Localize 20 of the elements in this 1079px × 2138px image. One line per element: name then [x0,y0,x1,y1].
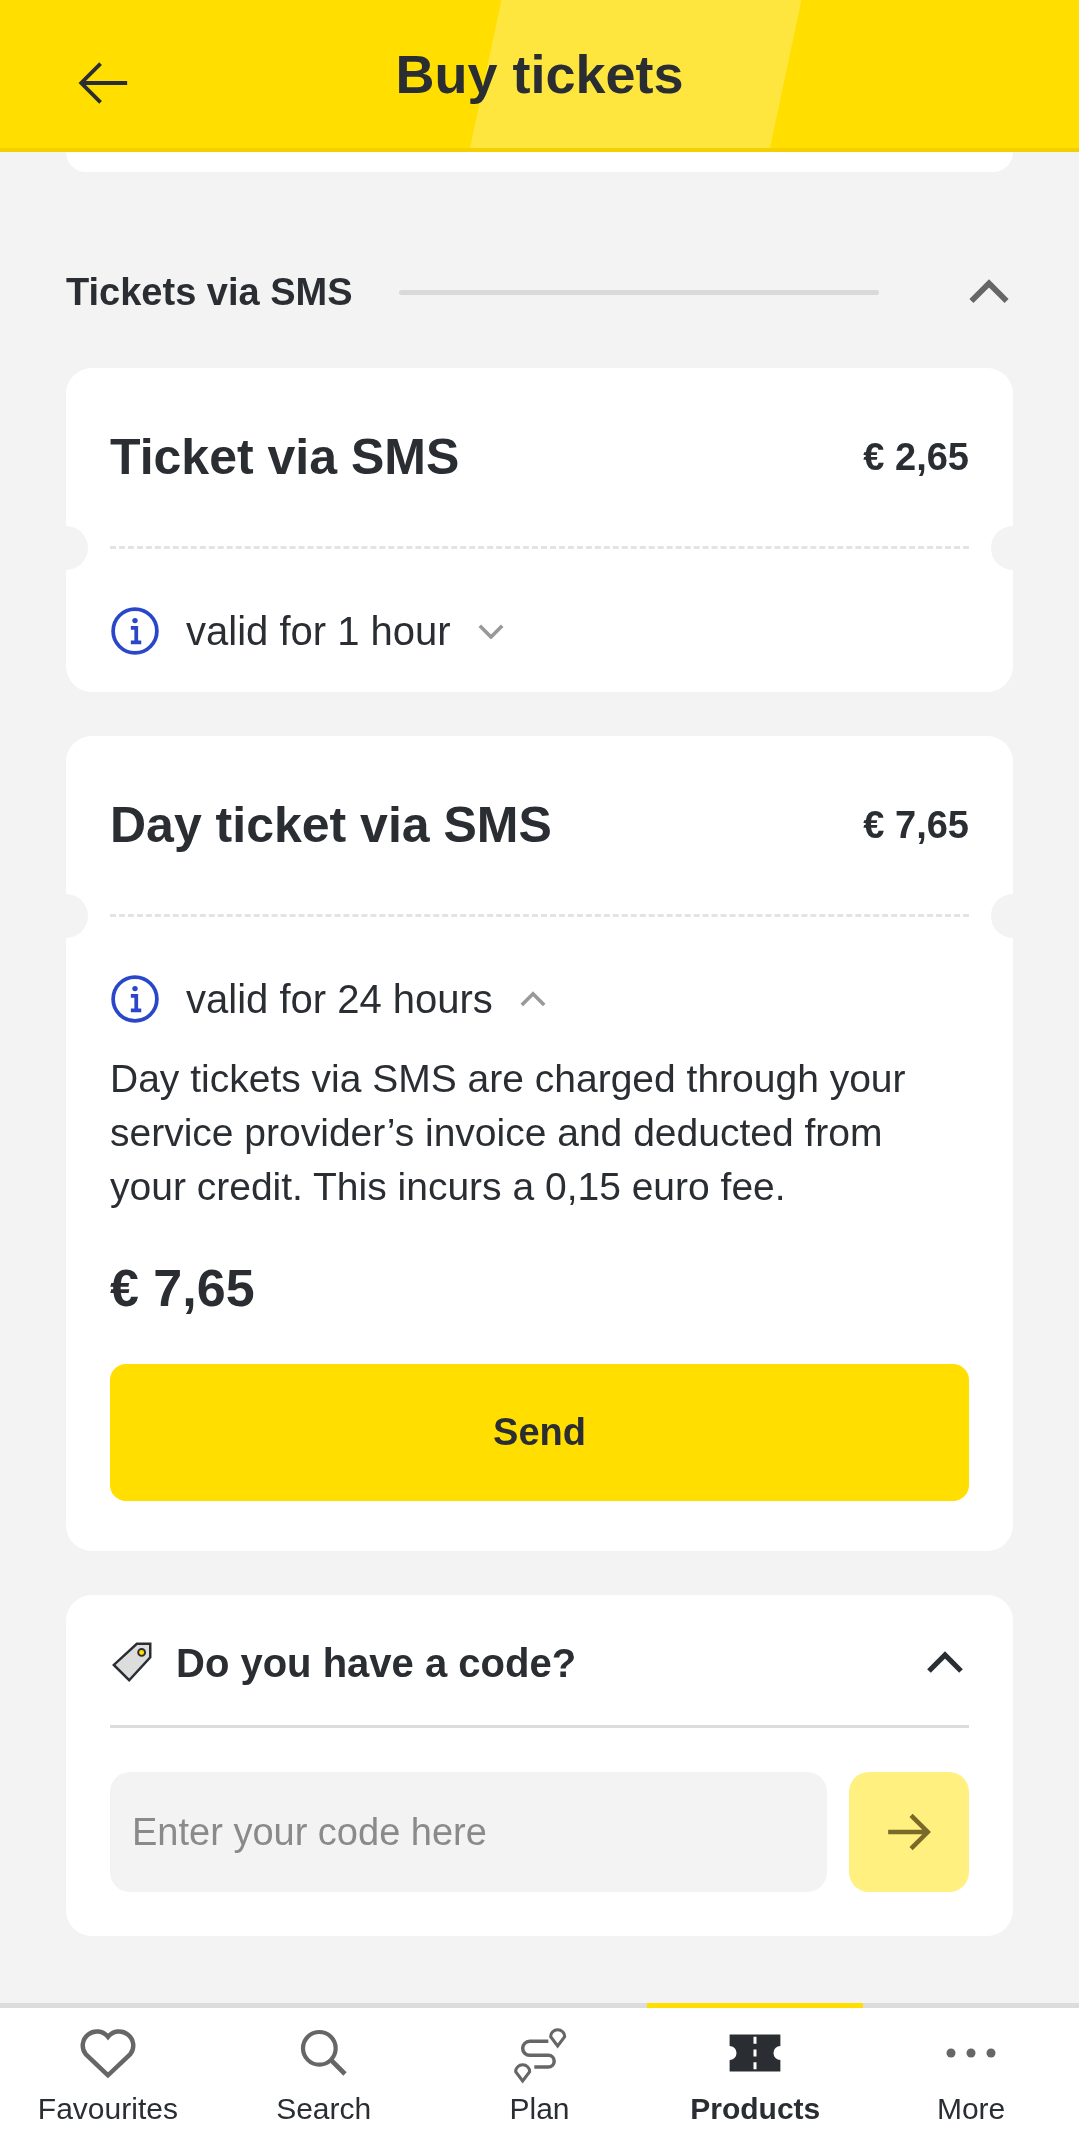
chevron-up-icon [925,1651,965,1675]
ticket-name: Day ticket via SMS [110,796,552,854]
chevron-up-icon [518,990,547,1008]
total-price: € 7,65 [110,1258,256,1318]
validity-toggle[interactable]: valid for 24 hours [110,974,547,1024]
validity-toggle[interactable]: valid for 1 hour [110,606,505,656]
code-input[interactable]: Enter your code here [110,1772,827,1892]
ticket-name: Ticket via SMS [110,428,460,486]
ticket-price: € 2,65 [863,435,969,479]
submit-button[interactable] [849,1772,969,1892]
chevron-down-icon [476,622,505,640]
ticket-description: Day tickets via SMS are charged through your service provider’s invoice and deducted from your credit. This incurs a 0,15 euro fee. [110,1056,907,1210]
page-title: Buy tickets [395,43,684,105]
send-button[interactable]: Send [110,1364,969,1501]
info-icon [110,606,160,656]
code-title: Do you have a code? [176,1640,578,1686]
chevron-up-icon [967,278,1011,306]
section-title: Tickets via SMS [66,270,353,314]
ticket-price: € 7,65 [863,803,969,847]
info-icon [110,974,160,1024]
